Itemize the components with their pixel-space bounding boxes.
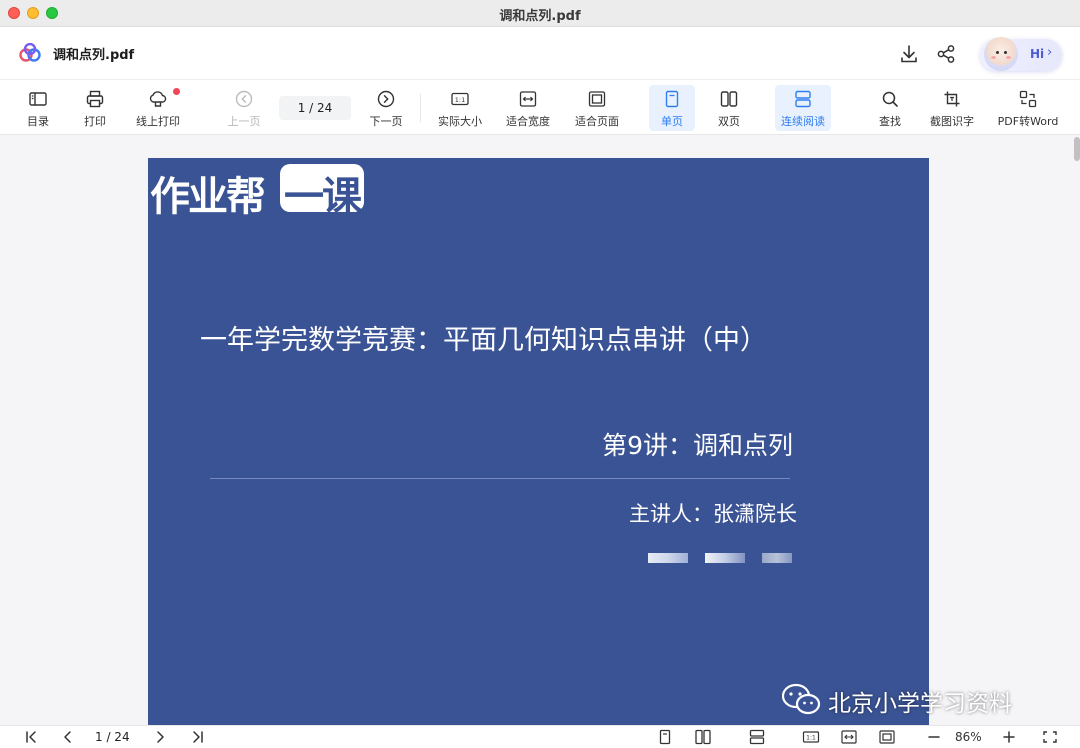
page-number-input[interactable]: 1 / 24: [279, 96, 351, 120]
slide-lecture-title: 第9讲：调和点列: [602, 431, 793, 460]
slide-divider: [210, 478, 790, 479]
previous-page-icon[interactable]: [59, 729, 77, 745]
toc-button[interactable]: 目录: [18, 85, 58, 131]
fullscreen-icon[interactable]: [1041, 729, 1059, 745]
status-bar: 1 / 24 1:1 86%: [0, 725, 1080, 748]
next-page-icon[interactable]: [151, 729, 169, 745]
actual-size-icon: 1:1: [451, 92, 469, 106]
toolbar: 目录 打印 线上打印 上一页 1 / 24 下一页 1:1 实际大小 适合宽度 …: [0, 80, 1080, 135]
first-page-icon[interactable]: [22, 729, 40, 745]
window-title: 调和点列.pdf: [499, 9, 581, 24]
find-button[interactable]: 查找: [868, 85, 912, 131]
share-icon[interactable]: [935, 43, 957, 65]
single-page-icon: [665, 90, 679, 108]
brand-badge: 一课: [280, 164, 364, 220]
wechat-icon: [781, 683, 821, 715]
fit-width-label: 适合宽度: [506, 115, 550, 128]
pdf-to-word-label: PDF转Word: [997, 115, 1059, 128]
chevron-right-icon: ›: [1047, 45, 1053, 60]
continuous-reading-button[interactable]: 连续阅读: [775, 85, 831, 131]
redacted-text: [705, 553, 745, 563]
search-icon: [882, 91, 898, 107]
printer-icon: [86, 90, 104, 108]
slide-main-title: 一年学完数学竞赛：平面几何知识点串讲（中）: [200, 325, 767, 356]
last-page-icon[interactable]: [189, 729, 207, 745]
brand-badge-text: 一课: [284, 174, 362, 220]
crop-text-icon: [944, 91, 960, 107]
online-print-label: 线上打印: [136, 115, 180, 128]
brand-text: 作业帮: [150, 174, 266, 220]
zoom-level[interactable]: 86%: [955, 730, 982, 744]
file-name: 调和点列.pdf: [53, 48, 135, 63]
actual-size-label: 实际大小: [438, 115, 482, 128]
cloud-printer-icon: [149, 91, 167, 107]
double-page-button[interactable]: 双页: [706, 85, 752, 131]
single-page-button[interactable]: 单页: [649, 85, 695, 131]
print-button[interactable]: 打印: [75, 85, 115, 131]
toc-label: 目录: [27, 115, 49, 128]
fit-page-label: 适合页面: [575, 115, 619, 128]
convert-icon: [1019, 90, 1037, 108]
svg-text:1:1: 1:1: [806, 735, 816, 742]
continuous-scroll-icon: [795, 90, 811, 108]
prev-page-label: 上一页: [227, 115, 261, 128]
continuous-scroll-icon[interactable]: [748, 729, 766, 745]
ocr-label: 截图识字: [930, 115, 974, 128]
watermark-text: 北京小学学习资料: [828, 691, 1012, 717]
redacted-text: [762, 553, 792, 563]
fit-page-icon[interactable]: [878, 729, 896, 745]
window-titlebar: 调和点列.pdf: [0, 0, 1080, 27]
zoom-in-icon[interactable]: [1000, 729, 1018, 745]
single-page-icon[interactable]: [656, 729, 674, 745]
fit-width-icon[interactable]: [840, 729, 858, 745]
double-page-label: 双页: [718, 115, 740, 128]
fit-page-icon: [588, 91, 606, 107]
status-page-indicator[interactable]: 1 / 24: [95, 730, 130, 744]
chevron-right-circle-icon: [377, 90, 395, 108]
double-page-icon[interactable]: [694, 729, 712, 745]
fit-width-button[interactable]: 适合宽度: [502, 85, 554, 131]
ocr-button[interactable]: 截图识字: [926, 85, 978, 131]
assistant-button[interactable]: Hi ›: [980, 37, 1062, 71]
print-label: 打印: [84, 115, 106, 128]
assistant-label: Hi: [1030, 47, 1045, 61]
chevron-left-circle-icon: [235, 90, 253, 108]
next-page-label: 下一页: [369, 115, 403, 128]
pdf-to-word-button[interactable]: PDF转Word: [995, 85, 1061, 131]
next-page-button[interactable]: 下一页: [364, 85, 408, 131]
sidebar-icon: [29, 92, 47, 106]
app-logo-icon: [19, 43, 41, 62]
download-icon[interactable]: [898, 43, 920, 65]
toolbar-divider: [420, 94, 421, 122]
actual-size-button[interactable]: 1:1 实际大小: [434, 85, 486, 131]
continuous-reading-label: 连续阅读: [781, 115, 825, 128]
fit-width-icon: [519, 91, 537, 107]
find-label: 查找: [879, 115, 901, 128]
slide-speaker: 主讲人：张潇院长: [629, 502, 797, 526]
actual-size-icon[interactable]: 1:1: [802, 729, 820, 745]
redacted-text: [648, 553, 688, 563]
online-print-button[interactable]: 线上打印: [132, 85, 184, 131]
fit-page-button[interactable]: 适合页面: [570, 85, 624, 131]
document-viewport[interactable]: 作业帮 一课 一年学完数学竞赛：平面几何知识点串讲（中） 第9讲：调和点列 主讲…: [0, 135, 1080, 725]
notification-dot: [173, 88, 180, 95]
single-page-label: 单页: [661, 115, 683, 128]
vertical-scrollbar[interactable]: [1074, 137, 1080, 161]
pdf-page: 作业帮 一课 一年学完数学竞赛：平面几何知识点串讲（中） 第9讲：调和点列 主讲…: [148, 158, 929, 725]
svg-text:1:1: 1:1: [455, 96, 465, 104]
zoom-out-icon[interactable]: [925, 729, 943, 745]
app-header: 调和点列.pdf Hi ›: [0, 27, 1080, 80]
assistant-avatar: [984, 37, 1018, 71]
double-page-icon: [720, 91, 738, 107]
prev-page-button[interactable]: 上一页: [222, 85, 266, 131]
